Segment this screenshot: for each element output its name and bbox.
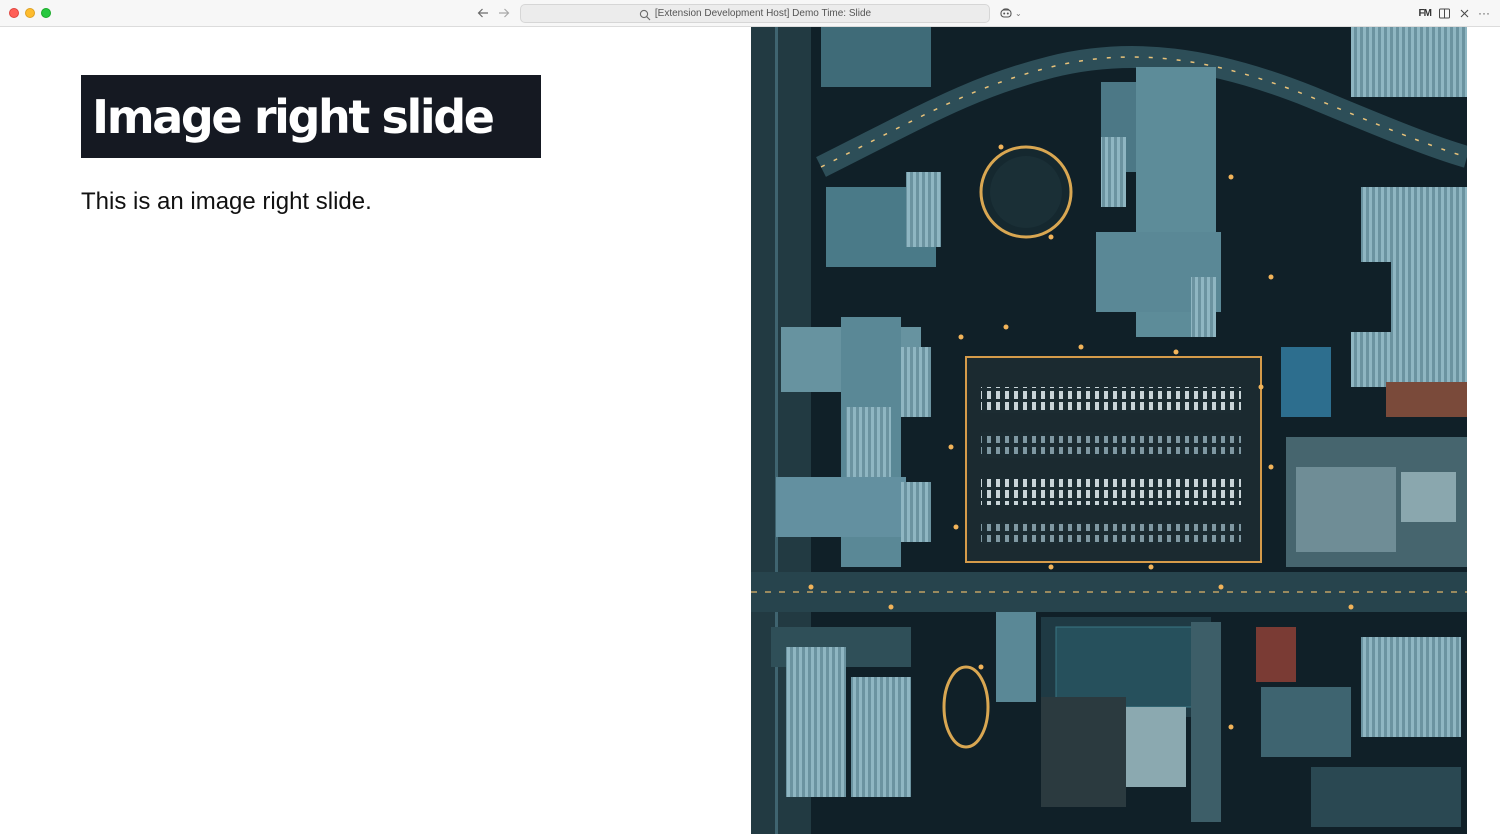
- back-arrow-icon[interactable]: [476, 6, 490, 20]
- minimize-window-button[interactable]: [25, 8, 35, 18]
- chevron-down-icon: ⌄: [1015, 8, 1022, 18]
- slide-content: Image right slide This is an image right…: [0, 27, 750, 834]
- extension-badge[interactable]: FM: [1419, 5, 1432, 21]
- forward-arrow-icon[interactable]: [497, 6, 511, 20]
- titlebar-actions: FM ···: [1419, 5, 1490, 21]
- search-icon: [639, 8, 651, 20]
- slide-heading-box: Image right slide: [81, 75, 541, 158]
- aerial-city-photo: [751, 27, 1467, 834]
- close-window-button[interactable]: [9, 8, 19, 18]
- slide-body-text: This is an image right slide.: [81, 188, 372, 215]
- copilot-icon: [1000, 8, 1012, 18]
- toggle-secondary-sidebar-icon[interactable]: [1438, 5, 1451, 21]
- maximize-window-button[interactable]: [41, 8, 51, 18]
- command-center-search[interactable]: [Extension Development Host] Demo Time: …: [520, 4, 990, 23]
- slide-heading: Image right slide: [92, 89, 495, 144]
- close-icon[interactable]: [1458, 5, 1471, 21]
- command-center-label: [Extension Development Host] Demo Time: …: [654, 8, 872, 19]
- copilot-menu-button[interactable]: ⌄: [999, 6, 1025, 20]
- more-actions-icon[interactable]: ···: [1478, 5, 1490, 21]
- window-titlebar: [Extension Development Host] Demo Time: …: [0, 0, 1500, 27]
